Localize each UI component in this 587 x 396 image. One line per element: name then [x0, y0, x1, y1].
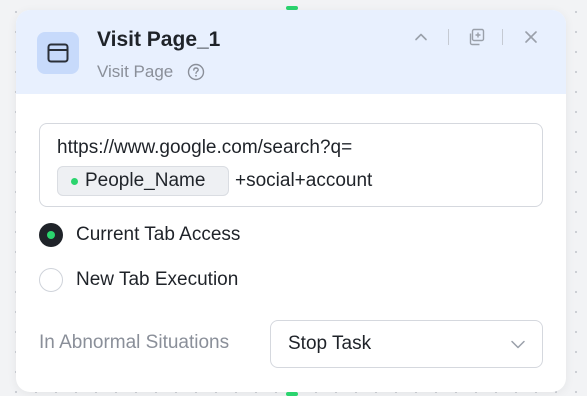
- variable-name: People_Name: [85, 170, 206, 191]
- radio-new-tab[interactable]: [39, 268, 63, 292]
- node-title: Visit Page_1: [97, 28, 221, 51]
- copy-icon[interactable]: [465, 26, 487, 48]
- url-prefix-text: https://www.google.com/search?q=: [57, 137, 353, 158]
- close-icon[interactable]: [520, 26, 542, 48]
- header-divider: [448, 29, 449, 45]
- abnormal-action-select[interactable]: Stop Task: [270, 320, 543, 368]
- abnormal-action-value: Stop Task: [288, 333, 372, 354]
- radio-new-tab-label[interactable]: New Tab Execution: [76, 269, 238, 291]
- collapse-icon[interactable]: [410, 26, 432, 48]
- help-icon[interactable]: [187, 63, 205, 81]
- visit-page-node[interactable]: Visit Page_1 Visit Page https://www.goog…: [16, 10, 566, 392]
- variable-chip[interactable]: People_Name: [57, 166, 229, 196]
- url-input[interactable]: https://www.google.com/search?q= People_…: [39, 123, 543, 207]
- variable-dot-icon: [71, 178, 78, 185]
- node-header: Visit Page_1 Visit Page: [16, 10, 566, 94]
- output-connector[interactable]: [286, 392, 298, 396]
- abnormal-situations-label: In Abnormal Situations: [39, 332, 230, 353]
- radio-current-tab-label[interactable]: Current Tab Access: [76, 224, 240, 246]
- node-type-label: Visit Page: [97, 62, 174, 81]
- header-divider: [502, 29, 503, 45]
- url-suffix-text: +social+account: [235, 170, 373, 191]
- browser-window-icon: [37, 32, 79, 74]
- radio-current-tab[interactable]: [39, 223, 63, 247]
- chevron-down-icon: [510, 336, 526, 352]
